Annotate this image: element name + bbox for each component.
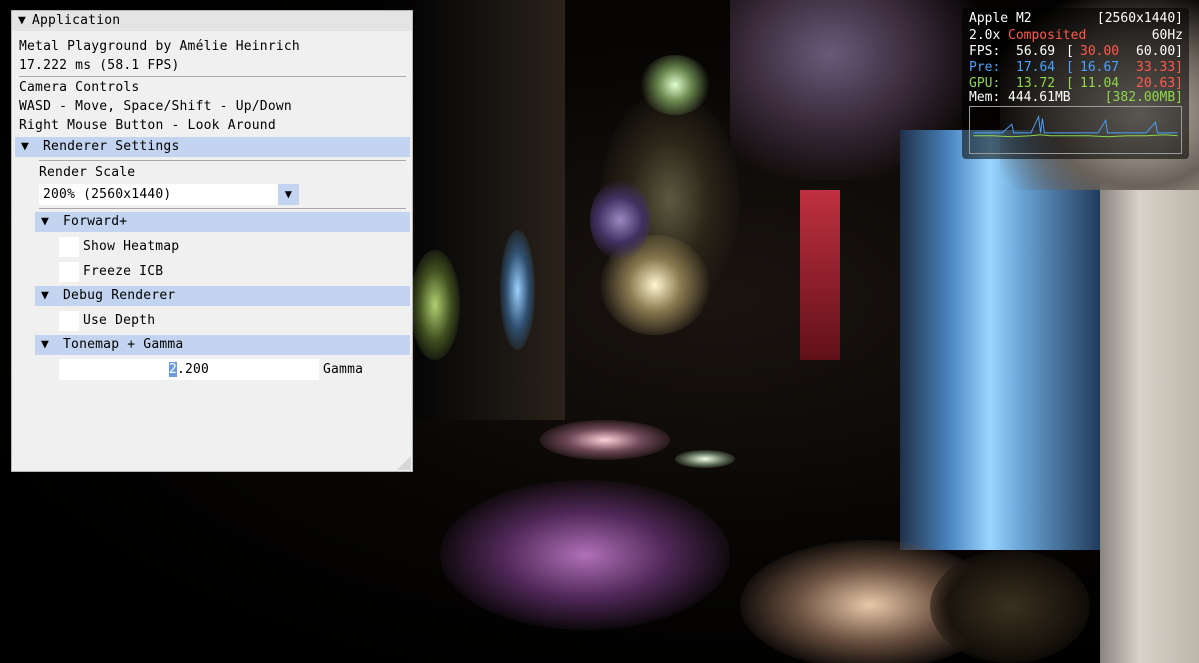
tonemap-gamma-header[interactable]: ▼ Tonemap + Gamma [35, 335, 410, 355]
render-scale-combo[interactable]: 200% (2560x1440) ▼ [39, 184, 299, 205]
chevron-down-icon: ▼ [20, 139, 30, 154]
camera-controls-move: WASD - Move, Space/Shift - Up/Down [19, 99, 292, 114]
scene-right-column [1100, 170, 1199, 663]
gamma-value: .200 [176, 362, 210, 377]
hud-mem-budget: [382.00MB] [1104, 90, 1183, 105]
scene-green-light [640, 55, 710, 115]
scene-blue-curtain [900, 130, 1100, 550]
separator [19, 76, 406, 77]
show-heatmap-label: Show Heatmap [83, 239, 180, 254]
chevron-down-icon: ▼ [40, 214, 50, 229]
debug-renderer-label: Debug Renderer [63, 288, 176, 303]
frame-time-text: 17.222 ms (58.1 FPS) [19, 58, 180, 73]
render-scale-value: 200% (2560x1440) [43, 187, 172, 202]
scene-planter [930, 550, 1090, 663]
window-title-bar[interactable]: ▼ Application [12, 11, 412, 31]
freeze-icb-checkbox[interactable] [59, 262, 79, 282]
app-credits-text: Metal Playground by Amélie Heinrich [19, 39, 300, 54]
gamma-input[interactable]: 2.200 [59, 359, 319, 380]
scene-left-blue-column [500, 230, 535, 350]
use-depth-checkbox[interactable] [59, 311, 79, 331]
chevron-down-icon: ▼ [40, 337, 50, 352]
scene-floor-pink-light [540, 420, 670, 460]
camera-controls-title: Camera Controls [19, 80, 140, 95]
hud-device: Apple M2 [969, 11, 1032, 26]
camera-controls-look: Right Mouse Button - Look Around [19, 118, 276, 133]
scene-left-green-lamp [410, 250, 460, 360]
hud-mem-label: Mem: [969, 90, 1001, 105]
tonemap-gamma-label: Tonemap + Gamma [63, 337, 184, 352]
render-scale-label: Render Scale [39, 165, 136, 180]
resize-grip-icon[interactable] [397, 456, 411, 470]
forward-plus-header[interactable]: ▼ Forward+ [35, 212, 410, 232]
separator [39, 208, 406, 209]
forward-plus-label: Forward+ [63, 214, 128, 229]
metal-performance-hud: Apple M2 [2560x1440] 2.0x Composited 60H… [962, 8, 1189, 159]
hud-resolution: [2560x1440] [1096, 11, 1183, 26]
frame-time-graph [969, 106, 1182, 154]
scene-floor-purple-light [440, 480, 730, 630]
show-heatmap-checkbox[interactable] [59, 237, 79, 257]
combo-arrow-icon[interactable]: ▼ [278, 184, 299, 205]
freeze-icb-label: Freeze ICB [83, 264, 164, 279]
scene-red-curtain [800, 190, 840, 360]
collapse-arrow-icon[interactable]: ▼ [12, 11, 32, 31]
graph-gpu-line [973, 134, 1178, 138]
gamma-label: Gamma [323, 362, 364, 377]
use-depth-label: Use Depth [83, 313, 156, 328]
debug-renderer-header[interactable]: ▼ Debug Renderer [35, 286, 410, 306]
hud-mem-value: 444.61MB [1008, 90, 1071, 105]
renderer-settings-label: Renderer Settings [43, 139, 180, 154]
scene-floor-white-light [675, 450, 735, 468]
gamma-text-selection: 2 [168, 362, 177, 377]
chevron-down-icon: ▼ [40, 288, 50, 303]
graph-pre-line [973, 114, 1178, 134]
application-window[interactable]: ▼ Application Metal Playground by Amélie … [11, 10, 413, 472]
renderer-settings-header[interactable]: ▼ Renderer Settings [15, 137, 410, 157]
scene-purple-wall [590, 180, 650, 260]
separator [39, 160, 406, 161]
window-title: Application [32, 13, 121, 28]
